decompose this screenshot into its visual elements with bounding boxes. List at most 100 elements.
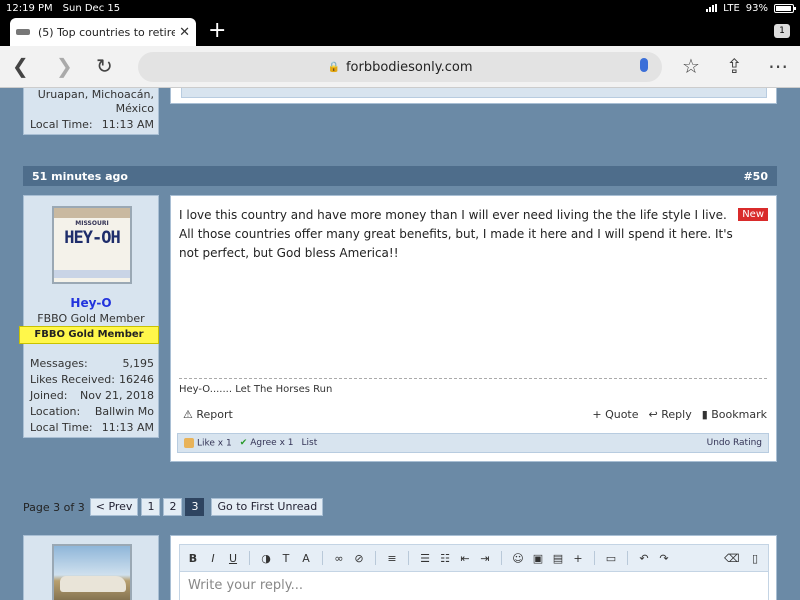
battery-label: 93% bbox=[745, 2, 768, 14]
post-time[interactable]: 51 minutes ago bbox=[32, 170, 128, 183]
reply-button[interactable]: ↩ Reply bbox=[649, 408, 692, 421]
stat-joined: Joined: Nov 21, 2018 bbox=[30, 389, 154, 402]
toolbar-divider bbox=[594, 551, 595, 565]
editor-toolbar: B I U ◑ T A ∞ ⊘ ≡ ☰ ☷ ⇤ ⇥ ☺ ▣ ▤ + ▭ ↶ ↷ … bbox=[179, 544, 769, 572]
plate-text: HEY-OH bbox=[64, 228, 120, 248]
address-bar: ❮ ❯ ↻ 🔒 forbbodiesonly.com ☆ ⇪ ⋯ bbox=[0, 46, 800, 88]
font-size-icon[interactable]: T bbox=[279, 552, 293, 565]
signature: Hey-O....... Let The Horses Run bbox=[179, 384, 333, 395]
previous-likes-bar bbox=[181, 88, 767, 98]
undo-icon[interactable]: ↶ bbox=[637, 552, 651, 565]
bbcode-toggle-icon[interactable]: ▯ bbox=[748, 552, 762, 565]
font-family-icon[interactable]: A bbox=[299, 552, 313, 565]
network-label: LTE bbox=[723, 2, 740, 14]
media-icon[interactable]: ▤ bbox=[551, 552, 565, 565]
indent-icon[interactable]: ⇥ bbox=[478, 552, 492, 565]
bookmark-button[interactable]: ▮ Bookmark bbox=[702, 408, 767, 421]
page-label: Page 3 of 3 bbox=[23, 500, 85, 514]
outdent-icon[interactable]: ⇤ bbox=[458, 552, 472, 565]
bold-icon[interactable]: B bbox=[186, 552, 200, 565]
new-tab-icon[interactable]: + bbox=[208, 18, 226, 44]
more-icon[interactable]: ⋯ bbox=[768, 54, 788, 78]
redo-icon[interactable]: ↷ bbox=[657, 552, 671, 565]
tab-title: (5) Top countries to retire bbox=[38, 25, 176, 39]
previous-location: Uruapan, Michoacán, México bbox=[37, 88, 154, 115]
smilie-icon[interactable]: ☺ bbox=[511, 552, 525, 565]
signal-icon bbox=[706, 4, 718, 12]
page-1-button[interactable]: 1 bbox=[141, 498, 161, 516]
reply-input[interactable]: Write your reply... bbox=[179, 572, 769, 600]
stat-likes: Likes Received: 16246 bbox=[30, 373, 154, 386]
stat-local-time: Local Time: 11:13 AM bbox=[30, 421, 154, 434]
tab-count-button[interactable]: 1 bbox=[774, 24, 790, 38]
previous-post-panel bbox=[170, 88, 777, 104]
agree-rating[interactable]: ✔ Agree x 1 bbox=[240, 438, 294, 448]
new-badge: New bbox=[738, 208, 768, 221]
undo-rating-link[interactable]: Undo Rating bbox=[707, 438, 762, 448]
checkmark-icon: ✔ bbox=[239, 438, 248, 448]
reply-arrow-icon: ↩ bbox=[648, 408, 658, 421]
prev-page-button[interactable]: < Prev bbox=[89, 498, 139, 516]
thumbs-up-icon bbox=[184, 437, 194, 448]
user-stats: Messages: 5,195 Likes Received: 16246 Join… bbox=[30, 356, 154, 436]
ratings-list-link[interactable]: List bbox=[302, 438, 318, 448]
first-unread-button[interactable]: Go to First Unread bbox=[211, 498, 324, 516]
username-link[interactable]: Hey-O bbox=[24, 296, 158, 310]
link-icon[interactable]: ∞ bbox=[332, 552, 346, 565]
forward-icon[interactable]: ❯ bbox=[56, 54, 73, 78]
close-tab-icon[interactable]: ✕ bbox=[179, 25, 190, 40]
car-body bbox=[60, 576, 126, 592]
user-title: FBBO Gold Member bbox=[37, 312, 145, 325]
back-icon[interactable]: ❮ bbox=[12, 54, 29, 78]
like-rating[interactable]: Like x 1 bbox=[184, 437, 232, 448]
post-body: I love this country and have more money … bbox=[170, 195, 777, 462]
bookmark-star-icon[interactable]: ☆ bbox=[682, 54, 700, 78]
image-icon[interactable]: ▣ bbox=[531, 552, 545, 565]
align-icon[interactable]: ≡ bbox=[385, 552, 399, 565]
page-3-button[interactable]: 3 bbox=[185, 498, 205, 516]
url-text: forbbodiesonly.com bbox=[345, 59, 473, 75]
browser-tab[interactable]: (5) Top countries to retire ✕ bbox=[10, 18, 196, 46]
underline-icon[interactable]: U bbox=[226, 552, 240, 565]
post-number[interactable]: #50 bbox=[743, 170, 768, 183]
toolbar-divider bbox=[408, 551, 409, 565]
plate-sky bbox=[54, 208, 130, 218]
pagination: Page 3 of 3 < Prev 1 2 3 Go to First Unr… bbox=[23, 497, 324, 517]
italic-icon[interactable]: I bbox=[206, 552, 220, 565]
insert-icon[interactable]: + bbox=[571, 552, 585, 565]
battery-icon bbox=[774, 3, 796, 13]
post-message: I love this country and have more money … bbox=[179, 208, 733, 260]
previous-local-time: Local Time: 11:13 AM bbox=[30, 118, 154, 131]
warning-icon: ⚠ bbox=[183, 408, 193, 421]
toolbar-divider bbox=[322, 551, 323, 565]
user-panel: MISSOURI HEY-OH Hey-O FBBO Gold Member F… bbox=[19, 195, 159, 438]
eraser-icon[interactable]: ⌫ bbox=[724, 552, 740, 565]
bookmark-icon: ▮ bbox=[701, 408, 708, 421]
tab-bar: (5) Top countries to retire ✕ + 1 bbox=[0, 16, 800, 46]
page-2-button[interactable]: 2 bbox=[163, 498, 183, 516]
status-bar: 12:19 PM Sun Dec 15 LTE 93% bbox=[0, 0, 800, 16]
save-draft-icon[interactable]: ▭ bbox=[604, 552, 618, 565]
stat-messages: Messages: 5,195 bbox=[30, 357, 154, 370]
microphone-icon[interactable] bbox=[640, 58, 648, 72]
site-favicon-icon bbox=[16, 29, 30, 35]
numbered-list-icon[interactable]: ☷ bbox=[438, 552, 452, 565]
post-actions: ⚠ Report + Quote ↩ Reply ▮ Bookmark bbox=[179, 408, 767, 424]
toolbar-divider bbox=[627, 551, 628, 565]
report-button[interactable]: ⚠ Report bbox=[183, 408, 233, 421]
toolbar-divider bbox=[249, 551, 250, 565]
status-date: Sun Dec 15 bbox=[62, 2, 121, 14]
quote-button[interactable]: + Quote bbox=[592, 408, 638, 421]
lock-icon: 🔒 bbox=[327, 61, 340, 73]
status-time: 12:19 PM bbox=[6, 2, 53, 14]
toolbar-divider bbox=[375, 551, 376, 565]
unlink-icon[interactable]: ⊘ bbox=[352, 552, 366, 565]
avatar[interactable]: MISSOURI HEY-OH bbox=[52, 206, 132, 284]
reload-icon[interactable]: ↻ bbox=[96, 54, 113, 78]
color-icon[interactable]: ◑ bbox=[259, 552, 273, 565]
share-icon[interactable]: ⇪ bbox=[726, 54, 743, 78]
likes-bar: Like x 1 ✔ Agree x 1 List Undo Rating bbox=[177, 433, 769, 453]
bullet-list-icon[interactable]: ☰ bbox=[418, 552, 432, 565]
url-field[interactable]: 🔒 forbbodiesonly.com bbox=[138, 52, 662, 82]
plate-stripe bbox=[54, 270, 130, 278]
